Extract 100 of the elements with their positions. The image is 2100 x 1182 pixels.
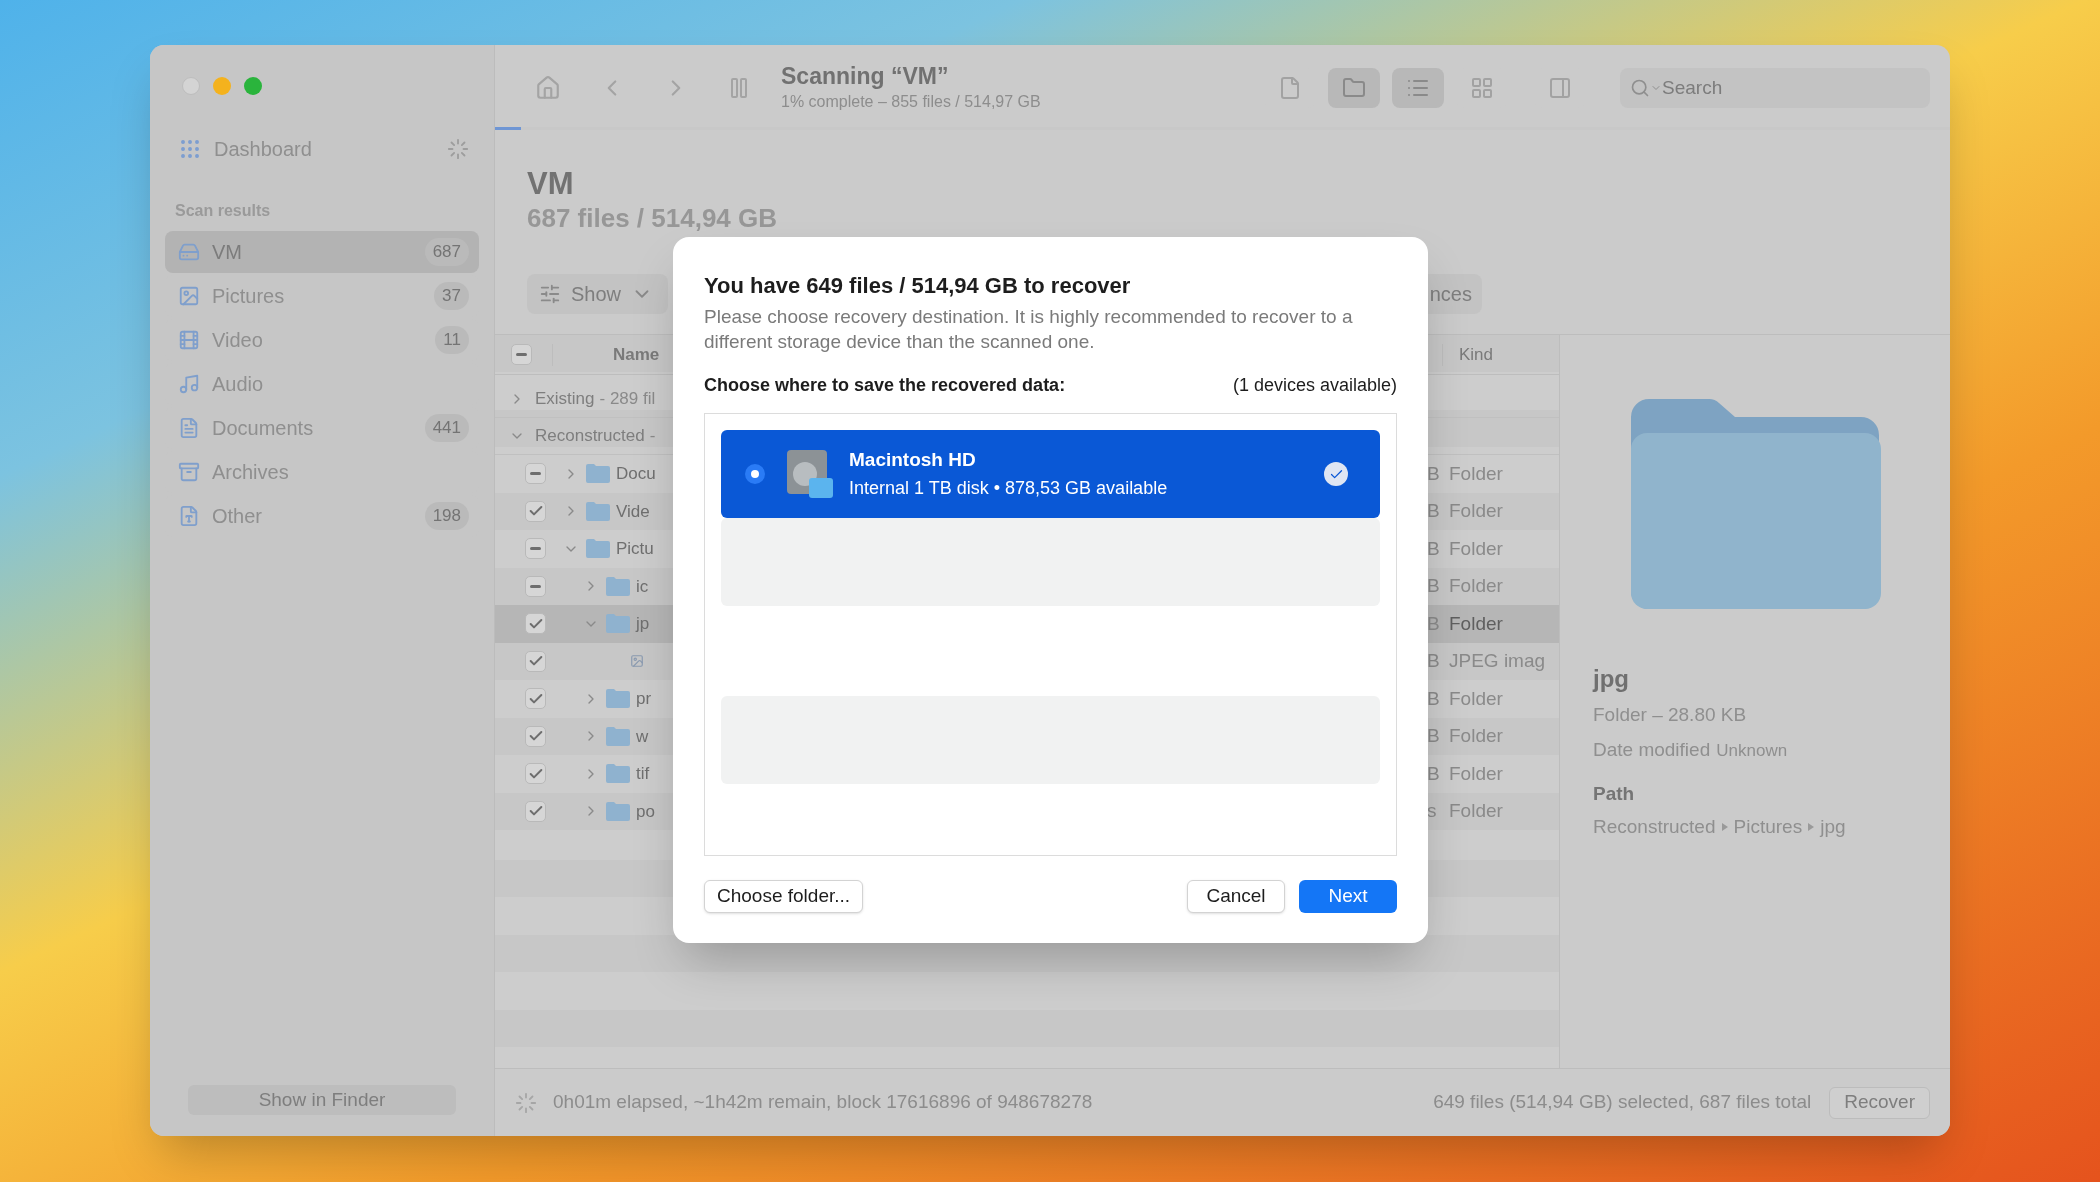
hard-drive-icon <box>785 448 835 500</box>
file-name: Docu <box>616 463 656 485</box>
scan-status-text: 0h01m elapsed, ~1h42m remain, block 17616896 of 948678278 <box>553 1090 1093 1115</box>
table-cell-text: B <box>1427 724 1441 748</box>
folder-icon <box>605 613 631 635</box>
minus-icon <box>530 472 541 476</box>
count-badge: 198 <box>424 502 469 530</box>
folder-icon <box>605 688 631 710</box>
checkbox[interactable] <box>525 613 546 635</box>
count-badge: 11 <box>435 326 469 354</box>
file-name: jp <box>636 613 650 635</box>
folder-icon <box>1342 75 1366 100</box>
checkbox[interactable] <box>525 763 546 785</box>
path-label: Path <box>1593 782 1636 806</box>
table-cell-text: B <box>1427 536 1441 561</box>
preview-summary: Folder – 28.80 KB <box>1593 703 1748 727</box>
column-header[interactable]: Name <box>613 341 660 368</box>
file-name: w <box>636 725 649 748</box>
date-label: Date modified <box>1593 737 1711 762</box>
count-badge: 441 <box>424 414 469 442</box>
count-badge: 37 <box>434 282 469 310</box>
image-icon <box>178 285 200 307</box>
film-icon <box>178 329 200 351</box>
kind-cell-text: Folder <box>1449 761 1504 786</box>
home-icon[interactable] <box>535 74 561 101</box>
checkbox[interactable] <box>525 800 546 822</box>
dialog-button[interactable]: Choose folder... <box>704 880 864 913</box>
table-cell-text: B <box>1427 686 1441 711</box>
preview-title: jpg <box>1593 664 1630 694</box>
scan-title: Scanning “VM” <box>781 61 950 90</box>
file-name: po <box>636 800 655 823</box>
minus-icon <box>530 584 541 588</box>
checkbox[interactable] <box>525 538 546 560</box>
view-button[interactable] <box>1328 67 1380 108</box>
folder-icon <box>585 538 611 560</box>
folder-icon <box>585 463 611 485</box>
kind-cell-text: Folder <box>1449 536 1504 561</box>
scan-progress-text: 1% complete – 855 files / 514,97 GB <box>781 91 1041 112</box>
minus-icon <box>516 353 527 356</box>
file-icon <box>178 505 200 527</box>
kind-cell-text: Folder <box>1449 799 1504 823</box>
breadcrumb-arrow-icon <box>1721 822 1728 831</box>
checkbox[interactable] <box>525 725 546 747</box>
search-field[interactable]: Search <box>1620 67 1930 108</box>
folder-icon <box>605 575 631 597</box>
page-title: VM <box>527 166 575 202</box>
checkbox[interactable] <box>525 575 546 597</box>
recover-button[interactable]: Recover <box>1829 1086 1930 1119</box>
checkbox[interactable] <box>511 344 532 365</box>
device-detail: Internal 1 TB disk • 878,53 GB available <box>849 476 1169 500</box>
device-item[interactable]: Macintosh HD Internal 1 TB disk • 878,53 GB available <box>721 430 1380 518</box>
dialog-button[interactable]: Cancel <box>1187 880 1285 913</box>
dialog-title: You have 649 files / 514,94 GB to recover <box>704 272 1132 300</box>
sidebar-panel-icon <box>1548 75 1572 100</box>
next-button[interactable]: Next <box>1299 880 1397 913</box>
spinner-icon <box>447 138 469 160</box>
checkbox[interactable] <box>525 500 546 522</box>
sliders-icon <box>539 283 561 305</box>
table-cell-text: B <box>1427 574 1441 598</box>
drive-icon <box>178 241 200 263</box>
view-button[interactable] <box>1392 67 1444 108</box>
table-cell-text: B <box>1427 461 1441 486</box>
file-icon <box>1278 75 1302 100</box>
radio-button[interactable] <box>745 464 765 484</box>
device-count: (1 devices available) <box>1232 374 1397 397</box>
show-filter-button[interactable]: Show <box>527 274 668 314</box>
document-icon <box>178 417 200 439</box>
checkbox[interactable] <box>525 688 546 710</box>
folder-icon <box>605 763 631 785</box>
zoom-button[interactable] <box>244 77 262 95</box>
kind-cell-text: JPEG imag <box>1449 649 1547 673</box>
path-segment[interactable]: Pictures <box>1733 812 1803 841</box>
column-header[interactable]: Kind <box>1459 341 1559 368</box>
group-detail: - <box>649 425 656 448</box>
grid-icon <box>178 137 202 161</box>
group-detail: - 289 fil <box>599 388 656 411</box>
spinner-icon <box>515 1091 537 1114</box>
search-icon <box>1630 77 1650 98</box>
date-value: Unknown <box>1716 739 1788 762</box>
path-segment[interactable]: jpg <box>1820 812 1846 841</box>
kind-cell-text: Folder <box>1449 724 1504 748</box>
path-segment[interactable]: Reconstructed <box>1593 812 1716 841</box>
checkbox[interactable] <box>525 463 546 485</box>
device-name: Macintosh HD <box>849 448 977 473</box>
checkbox[interactable] <box>525 650 546 672</box>
minimize-button[interactable] <box>213 77 231 95</box>
group-label: Reconstructed <box>535 425 645 448</box>
file-name: Pictu <box>616 538 654 560</box>
show-in-finder-button[interactable]: Show in Finder <box>188 1085 456 1115</box>
kind-cell-text: Folder <box>1449 611 1504 636</box>
table-cell-text: B <box>1427 761 1441 786</box>
minus-icon <box>530 547 541 551</box>
folder-icon <box>605 800 631 822</box>
grid-icon <box>1470 75 1494 100</box>
destination-prompt: Choose where to save the recovered data: <box>704 374 1066 397</box>
folder-icon <box>585 500 611 522</box>
dialog-description: Please choose recovery destination. It is highly recommended to recover to a different storage device than the scanned one. <box>704 305 1354 354</box>
file-name: Vide <box>616 500 650 523</box>
kind-cell-text: Folder <box>1449 574 1504 598</box>
kind-cell-text: Folder <box>1449 499 1504 523</box>
